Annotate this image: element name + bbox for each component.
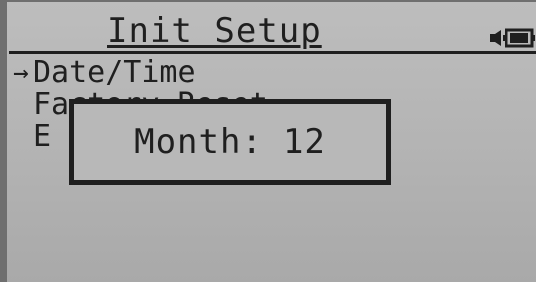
month-value[interactable]: 12 — [283, 122, 326, 162]
screen-title: Init Setup — [107, 11, 322, 51]
device-bezel: Init Setup →Date/Time Factory Reset E — [0, 0, 536, 282]
month-label: Month: — [134, 122, 263, 162]
month-dialog[interactable]: Month: 12 — [69, 99, 391, 185]
title-divider — [9, 51, 536, 54]
lcd-screen: Init Setup →Date/Time Factory Reset E — [7, 2, 536, 282]
selection-arrow-icon: → — [13, 58, 29, 88]
battery-icon — [505, 28, 535, 48]
menu-item-label: E — [33, 119, 52, 154]
menu-item-date-time[interactable]: → Date/Time — [13, 57, 533, 89]
menu-item-label: Date/Time — [33, 55, 196, 90]
title-bar: Init Setup — [7, 2, 536, 54]
